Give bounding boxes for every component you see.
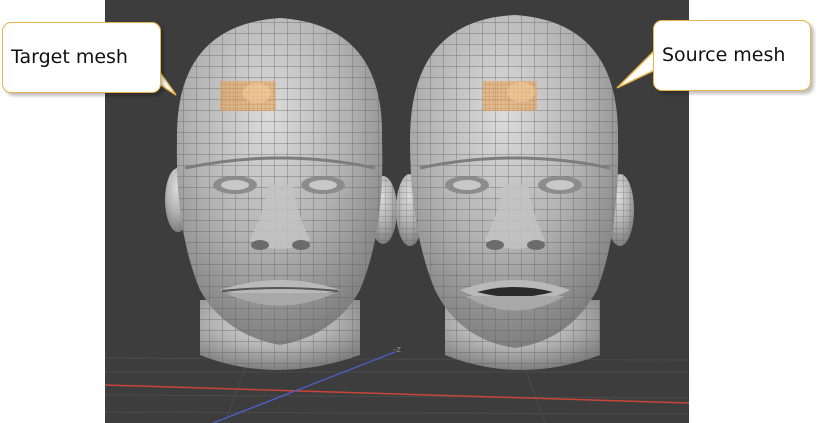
target-mesh-label: Target mesh (11, 46, 128, 68)
source-mesh-callout: Source mesh (653, 20, 811, 91)
3d-viewport[interactable]: -z (105, 0, 689, 423)
target-mesh-callout: Target mesh (2, 22, 161, 93)
source-mesh-label: Source mesh (662, 44, 786, 66)
target-mesh[interactable] (165, 18, 397, 370)
z-axis-label: -z (393, 345, 401, 355)
source-mesh[interactable] (396, 15, 634, 370)
x-axis-line (105, 384, 689, 404)
